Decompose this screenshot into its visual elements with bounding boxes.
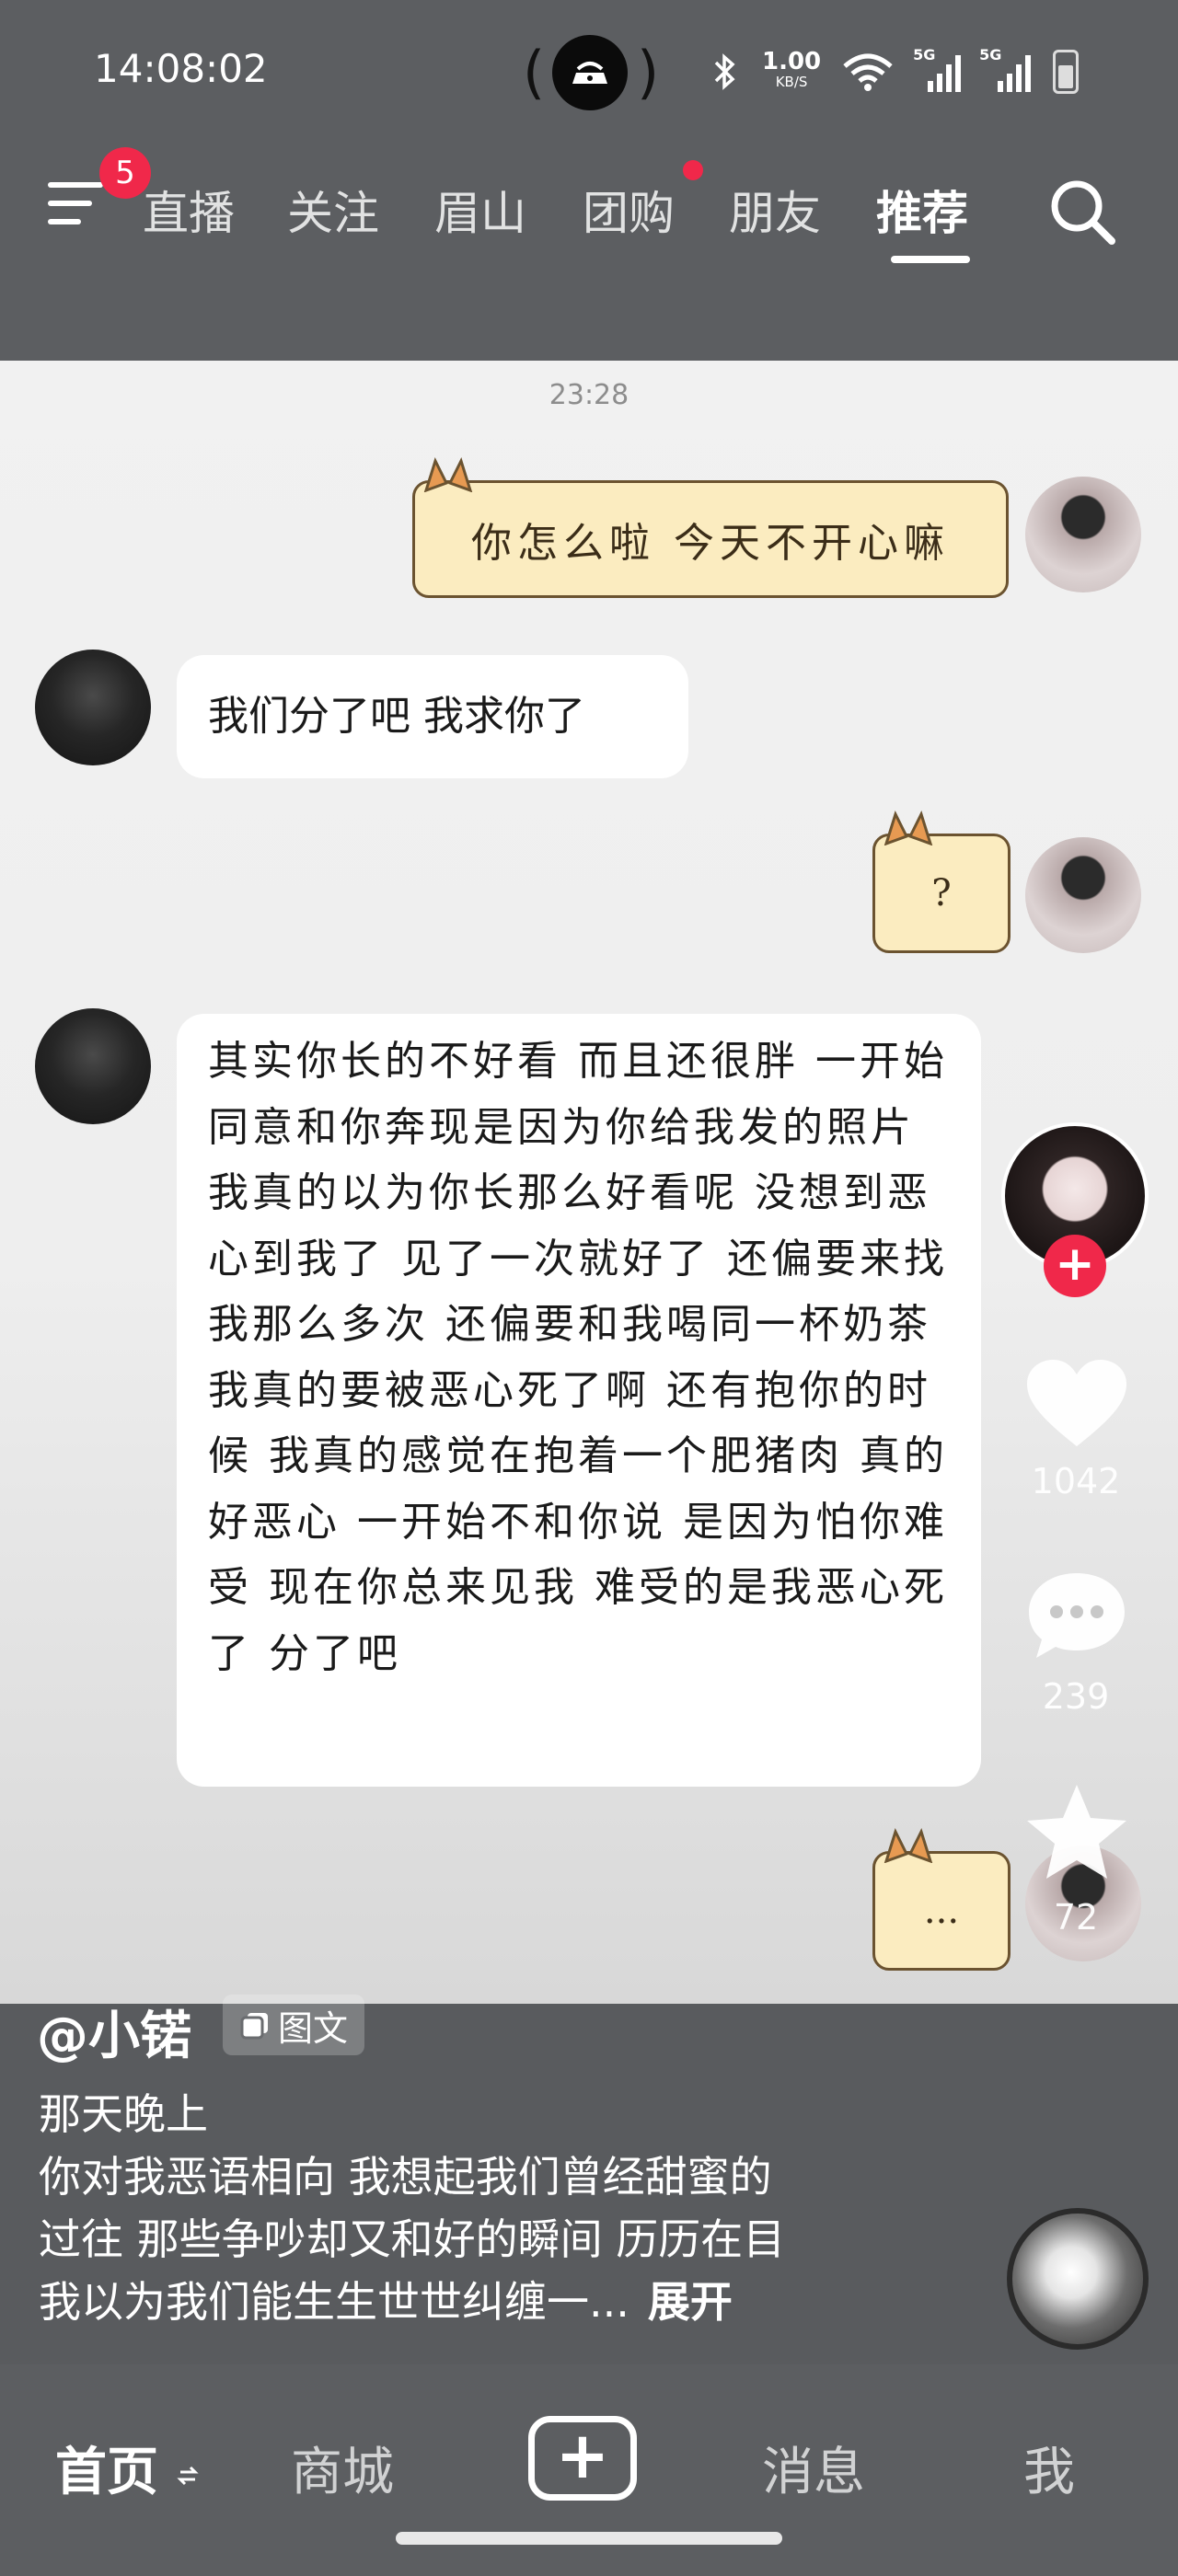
status-icons: 1.00 KB/S 5G 5G	[709, 44, 1095, 99]
island-right-bracket: )	[637, 39, 660, 106]
tab-group-buy[interactable]: 团购	[583, 177, 675, 243]
post-type-tag: 图文	[223, 1995, 365, 2055]
menu-button[interactable]	[48, 182, 103, 228]
tab-following[interactable]: 关注	[287, 177, 379, 243]
message-bubble: 其实你长的不好看 而且还很胖 一开始同意和你奔现是因为你给我发的照片 我真的以为…	[177, 1014, 981, 1787]
tab-recommend[interactable]: 推荐	[876, 177, 968, 243]
like-icon[interactable]	[1023, 1358, 1130, 1450]
home-indicator[interactable]	[396, 2532, 782, 2545]
sticker-message: ...	[872, 1828, 1011, 1971]
nav-home[interactable]: 首页	[55, 2431, 199, 2505]
message-bubble: 我们分了吧 我求你了	[177, 655, 688, 778]
tab-live[interactable]: 直播	[143, 177, 235, 243]
hotspot-icon	[552, 35, 628, 110]
description-text: 我以为我们能生生世世纠缠一...	[39, 2277, 629, 2327]
sticker-text: ...	[923, 1890, 960, 1932]
bluetooth-icon	[714, 53, 735, 90]
message-text: 其实你长的不好看 而且还很胖 一开始同意和你奔现是因为你给我发的照片 我真的以为…	[208, 1038, 948, 1677]
description-line: 过往 那些争吵却又和好的瞬间 历历在目	[39, 2214, 786, 2264]
nav-home-label: 首页	[55, 2443, 158, 2502]
create-post-button[interactable]: +	[528, 2416, 637, 2501]
battery-icon	[1053, 50, 1080, 94]
sticker-text: ?	[931, 872, 952, 914]
dynamic-island: ( )	[523, 35, 659, 112]
chat-timestamp: 23:28	[549, 379, 629, 411]
cellular-signal-1-icon: 5G	[913, 46, 962, 92]
active-tab-indicator	[891, 256, 970, 263]
image-text-icon	[240, 2013, 268, 2040]
swap-arrows-icon	[176, 2466, 199, 2485]
nav-messages[interactable]: 消息	[762, 2431, 865, 2505]
comment-count: 239	[1042, 1676, 1110, 1717]
comment-icon[interactable]	[1025, 1570, 1128, 1662]
expand-button[interactable]: 展开	[648, 2277, 733, 2327]
tab-friends[interactable]: 朋友	[729, 177, 821, 243]
top-bar: 14:08:02 ( ) 1.00 KB/S 5G 5G 5 直播 关注 眉山 …	[0, 0, 1178, 361]
sticker-text: 你怎么啦 今天不开心嘛	[471, 520, 950, 567]
cat-ears-icon	[423, 457, 473, 492]
sticker-message: 你怎么啦 今天不开心嘛	[412, 457, 1009, 598]
chat-image: 23:28 你怎么啦 今天不开心嘛 我们分了吧 我求你了 ? 其实你长的不好看 …	[0, 361, 1178, 2004]
cellular-signal-2-icon: 5G	[979, 46, 1033, 92]
tab-local[interactable]: 眉山	[434, 177, 526, 243]
post-type-label: 图文	[278, 2007, 349, 2049]
author-name[interactable]: @小锘	[37, 1995, 191, 2069]
like-count: 1042	[1031, 1461, 1121, 1501]
follow-button[interactable]: +	[1044, 1235, 1106, 1297]
sticker-message: ?	[872, 811, 1011, 953]
receiver-avatar	[35, 650, 151, 765]
music-disc[interactable]	[1007, 2208, 1149, 2350]
island-left-bracket: (	[523, 39, 546, 106]
signal-2-label: 5G	[979, 46, 1002, 63]
nav-me[interactable]: 我	[1023, 2431, 1075, 2505]
sender-avatar	[1025, 837, 1141, 953]
wifi-icon	[843, 53, 893, 91]
network-speed: 1.00 KB/S	[762, 50, 821, 92]
group-buy-notification-dot	[683, 160, 703, 180]
favorite-count: 72	[1053, 1897, 1099, 1938]
signal-1-label: 5G	[913, 46, 936, 63]
description-line: 那天晚上	[39, 2089, 208, 2139]
receiver-avatar	[35, 1008, 151, 1124]
cat-ears-icon	[884, 811, 933, 845]
search-icon[interactable]	[1045, 175, 1119, 248]
favorite-star-icon[interactable]	[1022, 1781, 1132, 1886]
description-line: 我以为我们能生生世世纠缠一... 展开	[39, 2269, 733, 2329]
status-time: 14:08:02	[94, 46, 268, 91]
nav-mall[interactable]: 商城	[291, 2431, 394, 2505]
cat-ears-icon	[884, 1828, 933, 1863]
message-text: 我们分了吧 我求你了	[208, 693, 585, 740]
sender-avatar	[1025, 477, 1141, 592]
description-line: 你对我恶语相向 我想起我们曾经甜蜜的	[39, 2152, 772, 2202]
